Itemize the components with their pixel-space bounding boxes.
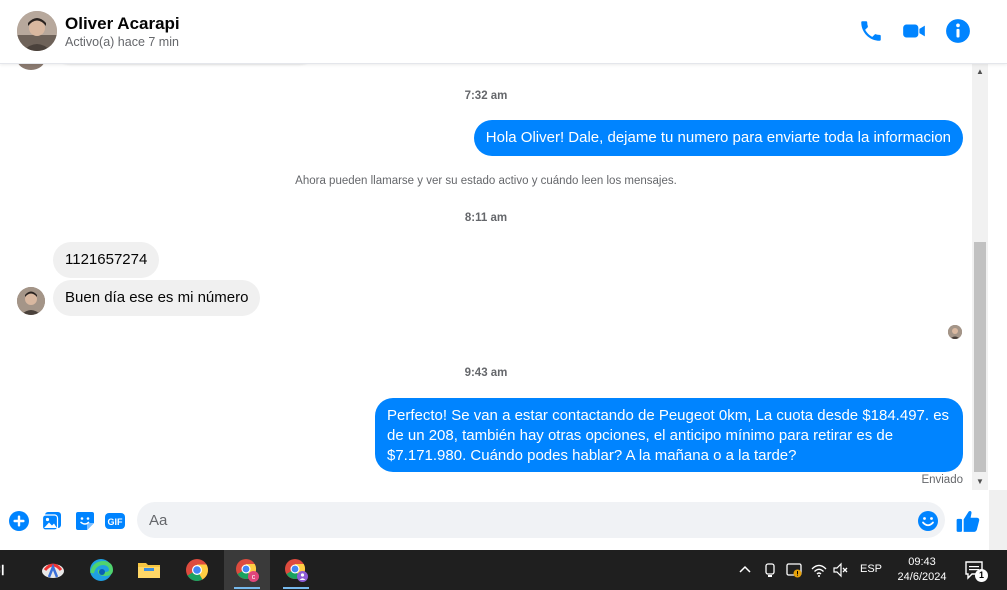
- thread-scrollbar[interactable]: ▲ ▼: [972, 64, 988, 490]
- more-actions-button[interactable]: [8, 510, 30, 532]
- taskbar-app-remote[interactable]: [30, 550, 76, 590]
- input-language-indicator[interactable]: ESP: [860, 563, 882, 575]
- audio-call-button[interactable]: [858, 18, 884, 44]
- timestamp: 7:32 am: [464, 90, 508, 102]
- svg-text:c: c: [252, 574, 256, 581]
- info-icon: [946, 19, 970, 43]
- messenger-window: Oliver Acarapi Activo(a) hace 7 min 7:32…: [0, 0, 1007, 590]
- chrome-browser-icon: [186, 559, 208, 581]
- contact-avatar[interactable]: [17, 287, 45, 315]
- scrollbar-thumb[interactable]: [974, 242, 986, 472]
- clock-time: 09:43: [908, 556, 936, 568]
- contact-active-status: Activo(a) hace 7 min: [65, 35, 179, 49]
- meet-now-icon[interactable]: [761, 561, 779, 579]
- edge-browser-icon: [90, 559, 114, 581]
- phone-icon: [861, 21, 881, 41]
- send-like-button[interactable]: [955, 508, 981, 534]
- windows-taskbar: c ESP 09:43 24/6/2024 1: [0, 550, 1007, 590]
- sticker-icon: [76, 512, 94, 530]
- message-input[interactable]: [137, 502, 945, 538]
- timestamp: 8:11 am: [464, 212, 508, 224]
- remote-app-icon: [42, 563, 64, 578]
- video-camera-icon: [903, 24, 925, 38]
- thumbs-up-icon: [956, 511, 980, 532]
- window-edge: [989, 490, 1007, 550]
- read-receipt-avatar: [948, 325, 962, 339]
- outgoing-message[interactable]: Hola Oliver! Dale, dejame tu numero para…: [473, 120, 963, 156]
- scroll-up-arrow[interactable]: ▲: [972, 64, 988, 80]
- task-view-button[interactable]: [0, 550, 16, 590]
- system-notice: Ahora pueden llamarse y ver su estado ac…: [295, 175, 677, 187]
- message-composer: GIF: [0, 490, 1007, 550]
- attach-photo-button[interactable]: [41, 510, 63, 532]
- plus-circle-icon: [9, 511, 29, 531]
- taskbar-app-chrome-profile-c[interactable]: c: [224, 550, 270, 590]
- task-view-icon: [0, 564, 4, 576]
- wifi-icon[interactable]: [810, 561, 828, 579]
- image-icon: [41, 512, 61, 531]
- conversation-header: Oliver Acarapi Activo(a) hace 7 min: [0, 0, 1007, 64]
- volume-muted-icon[interactable]: [832, 561, 850, 579]
- conversation-info-button[interactable]: [945, 18, 971, 44]
- contact-name[interactable]: Oliver Acarapi: [65, 14, 180, 34]
- gif-icon: GIF: [105, 513, 125, 529]
- system-clock[interactable]: 09:43 24/6/2024: [893, 555, 951, 585]
- smiley-icon: [918, 511, 938, 531]
- chrome-profile-icon: c: [236, 559, 259, 582]
- delivery-status: Enviado: [921, 474, 963, 486]
- security-alert-icon[interactable]: [785, 561, 803, 579]
- folder-icon: [138, 563, 160, 578]
- show-hidden-icons-chevron-icon[interactable]: [736, 561, 754, 579]
- contact-avatar-partial: [17, 64, 45, 70]
- message-thread[interactable]: 7:32 am Hola Oliver! Dale, dejame tu num…: [0, 64, 972, 490]
- notification-count-badge: 1: [975, 569, 988, 582]
- clock-date: 24/6/2024: [897, 571, 947, 583]
- incoming-message[interactable]: Buen día ese es mi número: [53, 280, 261, 316]
- gif-label: GIF: [108, 517, 124, 527]
- incoming-message[interactable]: 1121657274: [53, 242, 160, 278]
- emoji-button[interactable]: [917, 510, 939, 532]
- contact-avatar[interactable]: [17, 11, 57, 51]
- chrome-profile-icon: [285, 559, 308, 582]
- timestamp: 9:43 am: [464, 367, 508, 379]
- outgoing-message[interactable]: Perfecto! Se van a estar contactando de …: [375, 398, 963, 472]
- taskbar-app-chrome-profile-2[interactable]: [273, 550, 319, 590]
- gif-button[interactable]: GIF: [104, 510, 126, 532]
- video-call-button[interactable]: [901, 18, 927, 44]
- sticker-button[interactable]: [74, 510, 96, 532]
- taskbar-app-file-explorer[interactable]: [126, 550, 172, 590]
- taskbar-app-chrome[interactable]: [174, 550, 220, 590]
- taskbar-app-edge[interactable]: [78, 550, 124, 590]
- scroll-down-arrow[interactable]: ▼: [972, 474, 988, 490]
